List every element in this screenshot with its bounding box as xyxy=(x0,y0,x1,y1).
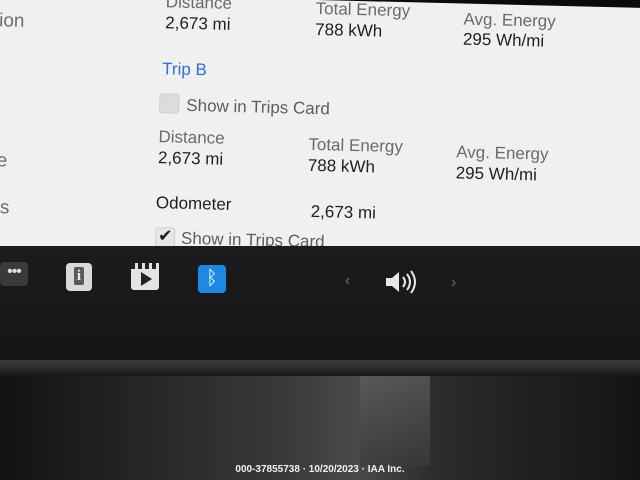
sidebar-item-4[interactable]: des xyxy=(0,197,10,220)
photo-watermark: 000-37855738 · 10/20/2023 · IAA Inc. xyxy=(235,464,405,475)
bluetooth-icon[interactable]: ᛒ xyxy=(198,265,226,293)
sidebar-item-3[interactable]: are xyxy=(0,150,8,173)
trip-a-avg-energy-value: 295 Wh/mi xyxy=(462,29,545,51)
trip-b-show-in-trips-card-label[interactable]: Show in Trips Card xyxy=(186,96,330,120)
trip-b-total-energy-value: 788 kWh xyxy=(307,155,376,177)
trips-settings-screen: ation e are des Distance 2,673 mi Total … xyxy=(0,0,640,271)
trip-b-distance-value: 2,673 mi xyxy=(157,148,224,169)
manual-icon[interactable]: i xyxy=(66,263,92,291)
info-glyph: i xyxy=(74,267,84,285)
sidebar-item-1[interactable]: ation xyxy=(0,10,25,33)
volume-icon[interactable] xyxy=(384,268,418,301)
previous-icon[interactable]: ‹ xyxy=(345,272,350,290)
console-highlight xyxy=(360,376,430,466)
odometer-value: 2,673 mi xyxy=(310,201,377,223)
odometer-label: Odometer xyxy=(155,193,232,214)
trip-b-avg-energy-value: 295 Wh/mi xyxy=(455,163,538,185)
next-icon[interactable]: › xyxy=(451,274,456,292)
trip-a-distance-value: 2,673 mi xyxy=(165,13,231,34)
trip-b-total-energy-label: Total Energy xyxy=(308,134,404,157)
trip-a-total-energy-label: Total Energy xyxy=(315,0,411,21)
clapper-stripes xyxy=(131,263,159,269)
trip-a-distance-label: Distance xyxy=(165,0,233,13)
odometer-show-in-trips-card-checkbox[interactable]: ✔ xyxy=(154,226,176,248)
trip-b-title: Trip B xyxy=(161,59,208,80)
trip-b-distance-label: Distance xyxy=(158,127,225,148)
play-icon xyxy=(141,272,152,286)
theater-icon[interactable] xyxy=(131,263,159,290)
checkmark-icon: ✔ xyxy=(157,226,173,246)
trip-a-total-energy-value: 788 kWh xyxy=(314,19,383,41)
more-icon[interactable]: ••• xyxy=(0,262,28,286)
screen-bezel xyxy=(0,360,640,376)
trip-b-show-in-trips-card-checkbox[interactable] xyxy=(159,93,180,114)
bottom-dock xyxy=(0,246,640,364)
trip-b-avg-energy-label: Avg. Energy xyxy=(455,142,549,164)
trip-a-avg-energy-label: Avg. Energy xyxy=(463,9,556,31)
